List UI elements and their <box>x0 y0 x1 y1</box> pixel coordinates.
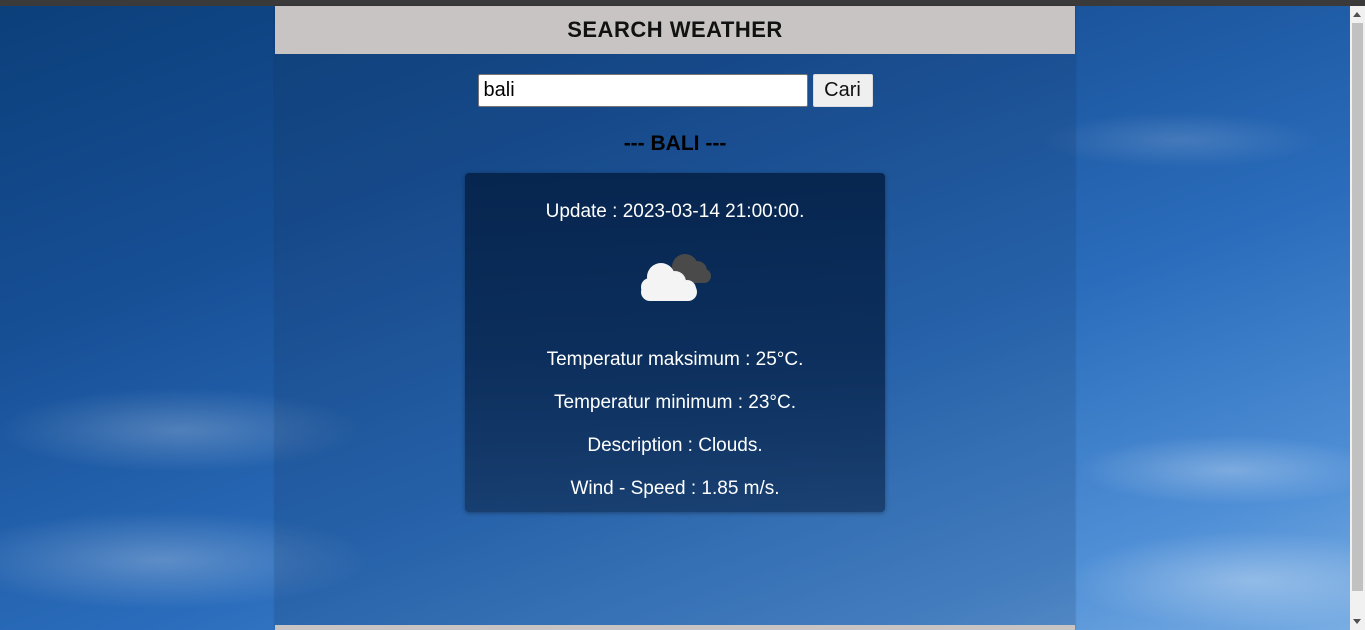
weather-description: Description : Clouds. <box>587 435 763 456</box>
scrollbar-thumb[interactable] <box>1352 23 1363 591</box>
search-button[interactable]: Cari <box>812 74 873 107</box>
scroll-up-icon[interactable] <box>1353 12 1361 17</box>
page-title: SEARCH WEATHER <box>567 17 783 42</box>
city-heading: --- BALI --- <box>623 132 727 155</box>
update-time: Update : 2023-03-14 21:00:00. <box>545 201 805 222</box>
search-bar: Cari <box>275 74 1075 107</box>
page-scrollbar[interactable] <box>1350 6 1365 630</box>
temp-min: Temperatur minimum : 23°C. <box>554 392 796 413</box>
weather-card: Update : 2023-03-14 21:00:00. Temperatur… <box>465 173 885 512</box>
app-header: SEARCH WEATHER <box>275 6 1075 54</box>
scroll-down-icon[interactable] <box>1353 619 1361 624</box>
temp-max: Temperatur maksimum : 25°C. <box>546 349 804 370</box>
footer-strip <box>275 625 1075 630</box>
wind-speed: Wind - Speed : 1.85 m/s. <box>570 478 780 499</box>
weather-panel: SEARCH WEATHER Cari --- BALI --- Update … <box>275 6 1075 630</box>
clouds-icon <box>641 254 711 301</box>
search-input[interactable] <box>477 74 808 107</box>
